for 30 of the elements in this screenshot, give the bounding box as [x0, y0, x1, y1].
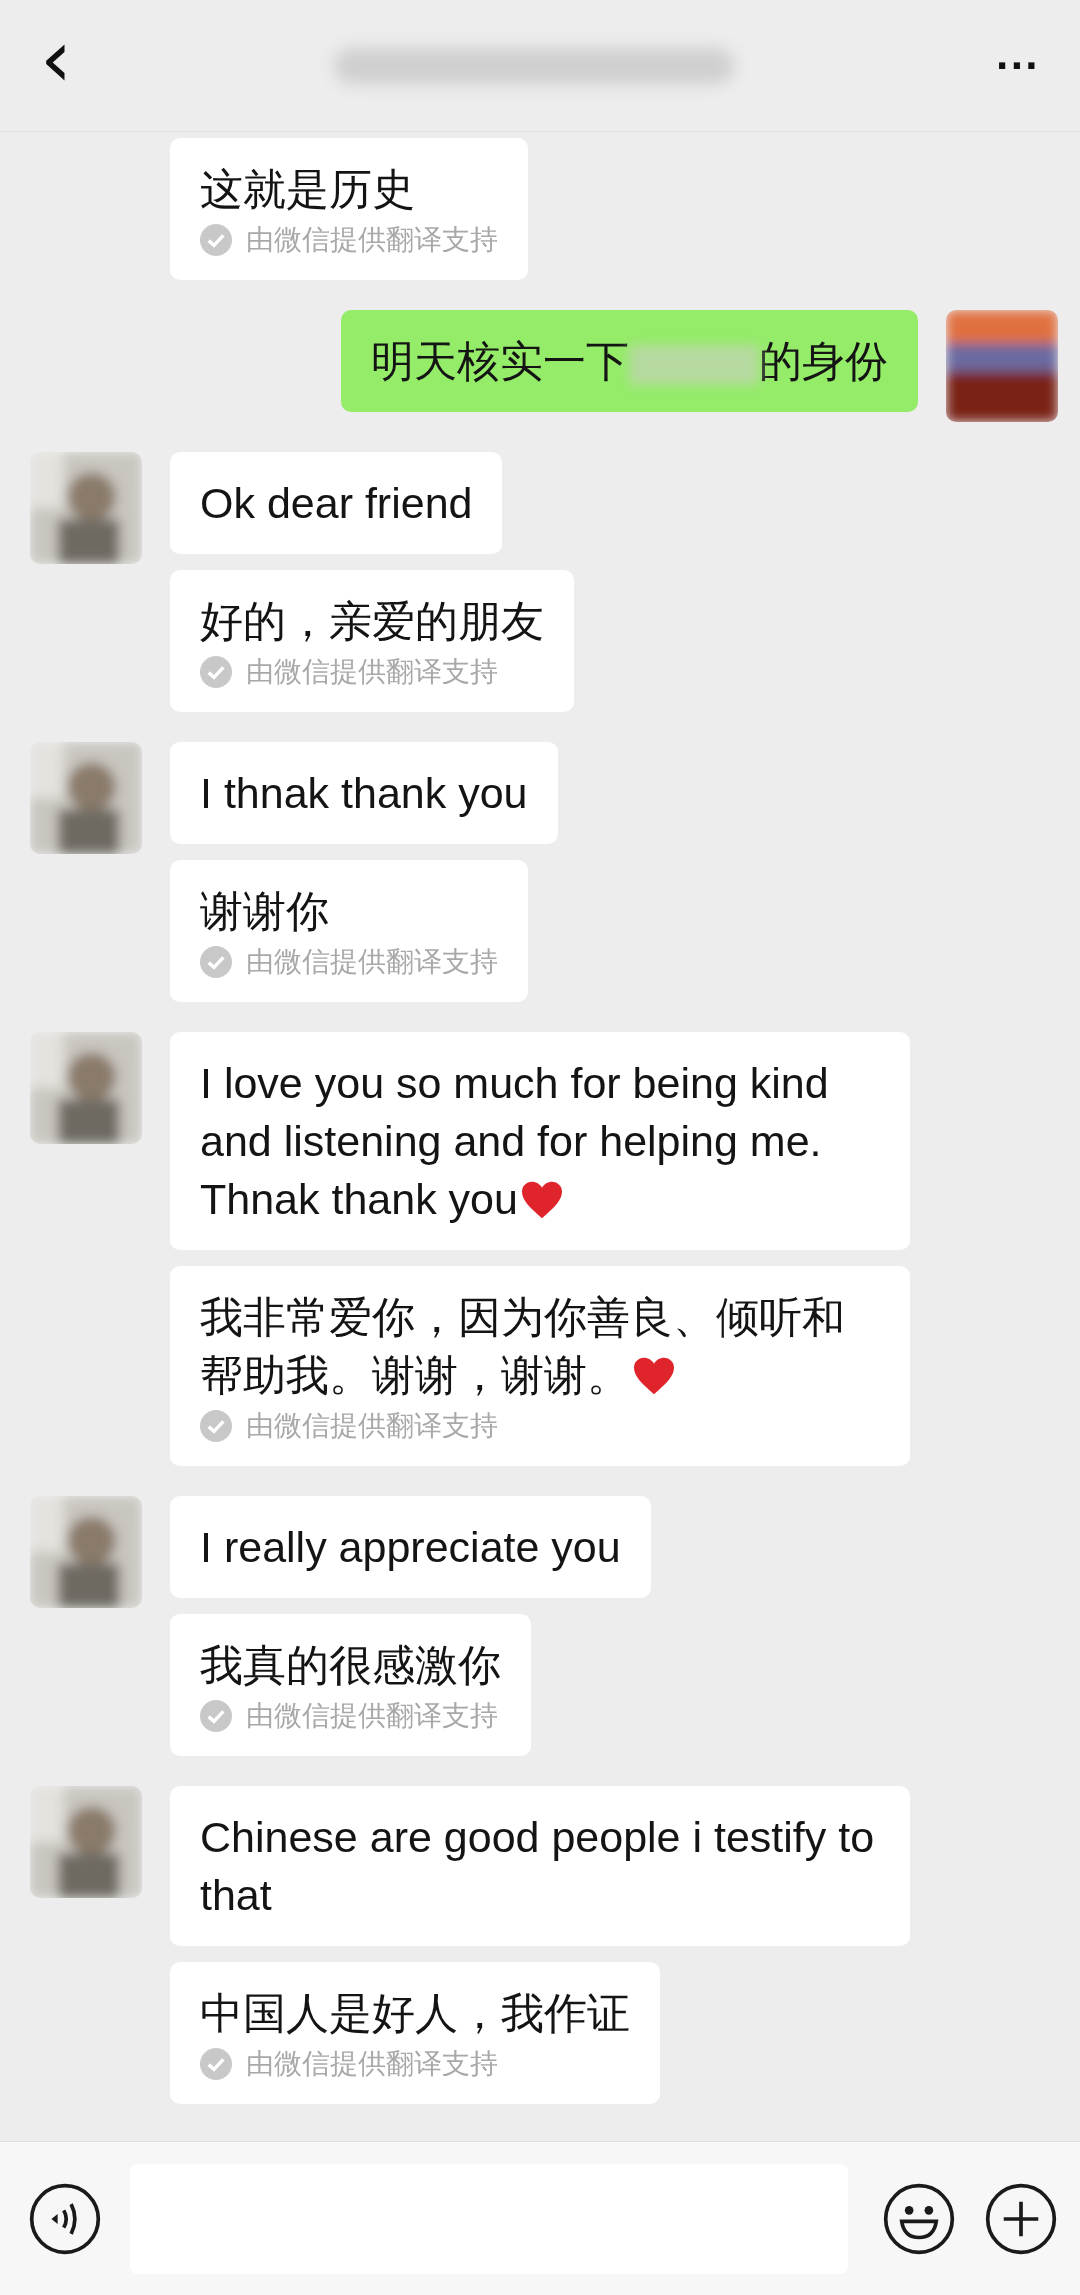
translation-note: 由微信提供翻译支持	[246, 655, 498, 689]
translation-note: 由微信提供翻译支持	[246, 1699, 498, 1733]
message-text: Chinese are good people i testify to that	[200, 1813, 875, 1919]
back-button[interactable]: ‹	[30, 18, 82, 113]
check-icon	[200, 946, 232, 978]
check-icon	[200, 2048, 232, 2080]
message-text: 的身份	[759, 337, 888, 385]
message-text: 谢谢你	[200, 887, 329, 935]
message-text: 中国人是好人，我作证	[200, 1989, 630, 2037]
message-text: I love you so much for being kind and listening and for helping me. Thnak thank you	[200, 1059, 829, 1223]
message-text: 好的，亲爱的朋友	[200, 597, 544, 645]
translation-note: 由微信提供翻译支持	[246, 1409, 498, 1443]
check-icon	[200, 656, 232, 688]
translation-note: 由微信提供翻译支持	[246, 945, 498, 979]
emoji-icon[interactable]	[882, 2181, 956, 2256]
check-icon	[200, 1410, 232, 1442]
check-icon	[200, 224, 232, 256]
message-text: I really appreciate you	[200, 1523, 621, 1571]
add-icon[interactable]	[984, 2181, 1058, 2256]
message-text: 这就是历史	[200, 165, 415, 213]
voice-icon[interactable]	[28, 2181, 102, 2256]
message-text: Ok dear friend	[200, 479, 473, 527]
translation-note: 由微信提供翻译支持	[246, 2047, 498, 2081]
message-text: 我真的很感激你	[200, 1641, 501, 1689]
message-text: 明天核实一下	[371, 337, 629, 385]
message-text: I thnak thank you	[200, 769, 528, 817]
more-button[interactable]: ···	[986, 40, 1050, 91]
message-text: 我非常爱你，因为你善良、倾听和帮助我。谢谢，谢谢。	[200, 1293, 845, 1399]
translation-note: 由微信提供翻译支持	[246, 223, 498, 257]
check-icon	[200, 1700, 232, 1732]
